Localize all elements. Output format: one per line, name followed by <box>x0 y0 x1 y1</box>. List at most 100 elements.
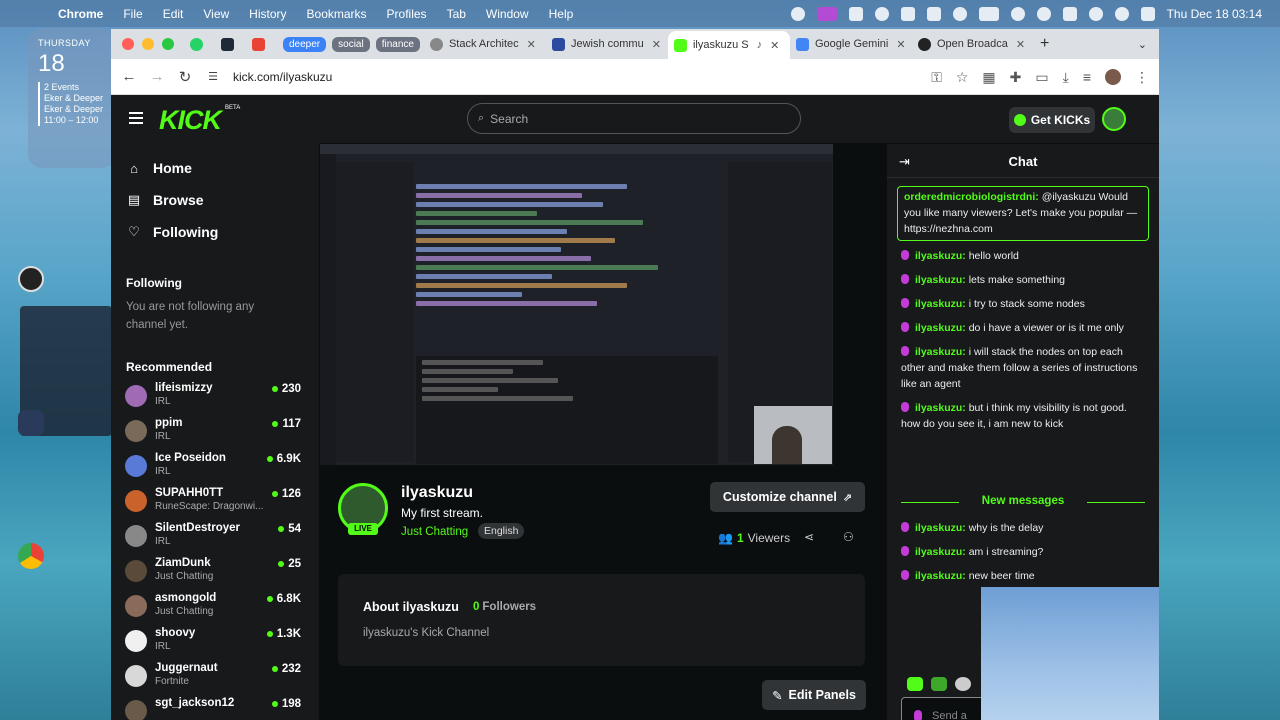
customize-channel-button[interactable]: Customize channel ⇗ <box>710 482 865 512</box>
chat-user[interactable]: ilyaskuzu: <box>915 570 966 582</box>
chrome-dock-icon[interactable] <box>18 543 44 569</box>
address-bar[interactable]: kick.com/ilyaskuzu <box>233 64 332 90</box>
menu-bookmarks[interactable]: Bookmarks <box>307 7 367 21</box>
maximize-window-button[interactable] <box>162 38 174 50</box>
reading-list-icon[interactable]: ▭ <box>1035 69 1048 86</box>
site-info-icon[interactable]: ☰ <box>199 70 227 83</box>
recommended-channel[interactable]: Juggernaut Fortnite 232 <box>111 660 319 695</box>
recommended-channel[interactable]: asmongold Just Chatting 6.8K <box>111 590 319 625</box>
status-icon[interactable] <box>926 6 941 21</box>
close-tab-icon[interactable]: ✕ <box>1016 38 1025 51</box>
reload-icon[interactable]: ↻ <box>171 68 199 86</box>
emote-icon[interactable] <box>931 677 947 691</box>
search-icon[interactable] <box>1010 6 1025 21</box>
menu-profiles[interactable]: Profiles <box>387 7 427 21</box>
channel-name[interactable]: ilyaskuzu <box>401 484 473 502</box>
user-avatar[interactable] <box>1102 107 1126 131</box>
status-icon[interactable] <box>874 6 889 21</box>
download-icon[interactable]: ⤓ <box>1063 69 1069 86</box>
close-tab-icon[interactable]: ✕ <box>652 38 661 51</box>
chat-input[interactable]: Send a <box>901 697 991 720</box>
recommended-channel[interactable]: ZiamDunk Just Chatting 25 <box>111 555 319 590</box>
close-window-button[interactable] <box>122 38 134 50</box>
screen-record-icon[interactable] <box>816 6 837 21</box>
recommended-channel[interactable]: ppim IRL 117 <box>111 415 319 450</box>
kick-logo[interactable]: KICK <box>159 105 222 136</box>
menu-app[interactable]: Chrome <box>58 7 103 21</box>
siri-icon[interactable] <box>1114 6 1129 21</box>
close-tab-icon[interactable]: ✕ <box>896 38 905 51</box>
stream-category[interactable]: Just Chatting <box>401 526 468 538</box>
pinned-tab[interactable] <box>215 32 246 56</box>
profile-avatar[interactable] <box>1105 69 1121 85</box>
audio-icon[interactable]: ♪ <box>757 39 763 51</box>
tab[interactable]: Open Broadca ✕ <box>912 32 1034 56</box>
control-center-icon[interactable] <box>1062 6 1077 21</box>
pinned-tab-gmail[interactable] <box>246 32 277 56</box>
menubar-clock[interactable]: Thu Dec 18 03:14 <box>1167 7 1262 21</box>
chat-user[interactable]: ilyaskuzu: <box>915 402 966 414</box>
close-tab-icon[interactable]: ✕ <box>770 39 779 52</box>
recommended-channel[interactable]: Ice Poseidon IRL 6.9K <box>111 450 319 485</box>
recommended-channel[interactable]: SilentDestroyer IRL 54 <box>111 520 319 555</box>
new-messages-divider[interactable]: New messages <box>901 495 1145 507</box>
status-icon[interactable] <box>790 6 805 21</box>
status-icon[interactable] <box>848 6 863 21</box>
play-icon[interactable] <box>1088 6 1103 21</box>
emote-icon[interactable] <box>955 677 971 691</box>
get-kicks-button[interactable]: Get KICKs <box>1009 107 1095 133</box>
recommended-channel[interactable]: lifeismizzy IRL 230 <box>111 380 319 415</box>
tab-active[interactable]: ilyaskuzu S ♪ ✕ <box>667 31 790 59</box>
sidebar-item-browse[interactable]: ▤ Browse <box>111 184 319 216</box>
emote-icon[interactable] <box>907 677 923 691</box>
extensions-icon[interactable]: ✚ <box>1010 69 1022 86</box>
menu-help[interactable]: Help <box>549 7 574 21</box>
sidebar-item-home[interactable]: ⌂ Home <box>111 152 319 184</box>
forward-icon[interactable]: → <box>143 68 171 85</box>
battery-icon[interactable] <box>978 6 999 21</box>
desktop-app-icon[interactable] <box>18 410 44 436</box>
user-options-icon[interactable]: ⚇ <box>843 530 854 544</box>
chat-user[interactable]: ilyaskuzu: <box>915 250 966 262</box>
menu-view[interactable]: View <box>203 7 229 21</box>
minimize-window-button[interactable] <box>142 38 154 50</box>
password-key-icon[interactable]: ⚿ <box>931 69 942 86</box>
pinned-tab-whatsapp[interactable] <box>184 32 215 56</box>
chat-user[interactable]: ilyaskuzu: <box>915 346 966 358</box>
chat-user[interactable]: ilyaskuzu: <box>915 274 966 286</box>
menu-window[interactable]: Window <box>486 7 529 21</box>
close-tab-icon[interactable]: ✕ <box>527 38 536 51</box>
apps-icon[interactable]: ▦ <box>982 69 995 86</box>
chat-user[interactable]: ilyaskuzu: <box>915 546 966 558</box>
wifi-icon[interactable] <box>1036 6 1051 21</box>
tab-group-social[interactable]: social <box>332 36 370 52</box>
video-player[interactable] <box>320 144 833 465</box>
chat-user[interactable]: ilyaskuzu: <box>915 322 966 334</box>
status-icon[interactable] <box>952 6 967 21</box>
menu-file[interactable]: File <box>123 7 142 21</box>
menu-history[interactable]: History <box>249 7 286 21</box>
back-icon[interactable]: ← <box>115 68 143 85</box>
menu-tab[interactable]: Tab <box>447 7 466 21</box>
desktop-app-icon[interactable] <box>18 266 44 292</box>
chat-user[interactable]: ilyaskuzu: <box>915 522 966 534</box>
recommended-channel[interactable]: shoovy IRL 1.3K <box>111 625 319 660</box>
menu-edit[interactable]: Edit <box>163 7 184 21</box>
media-control-icon[interactable]: ≡ <box>1083 69 1091 85</box>
tab[interactable]: Jewish commu ✕ <box>546 32 668 56</box>
calendar-widget[interactable]: THURSDAY 18 2 Events Eker & Deeper Eker … <box>28 28 116 168</box>
tab[interactable]: Google Gemini ✕ <box>790 32 912 56</box>
menu-icon[interactable] <box>129 112 143 124</box>
status-icon[interactable] <box>1140 6 1155 21</box>
tab-search-icon[interactable]: ⌄ <box>1132 32 1153 56</box>
tab-group-deeper[interactable]: deeper <box>283 36 327 52</box>
recommended-channel[interactable]: SUPAHH0TT RuneScape: Dragonwi... 126 <box>111 485 319 520</box>
recommended-channel[interactable]: sgt_jackson12 198 <box>111 695 319 720</box>
shield-icon[interactable] <box>900 6 915 21</box>
edit-panels-button[interactable]: ✎ Edit Panels <box>762 680 866 710</box>
share-icon[interactable]: ⋖ <box>804 530 814 544</box>
tab[interactable]: Stack Architec ✕ <box>424 32 546 56</box>
tab-group-finance[interactable]: finance <box>375 36 420 52</box>
pinned-user[interactable]: orderedmicrobiologistrdni: <box>904 191 1039 203</box>
search-input[interactable]: ⌕ Search <box>467 103 801 134</box>
